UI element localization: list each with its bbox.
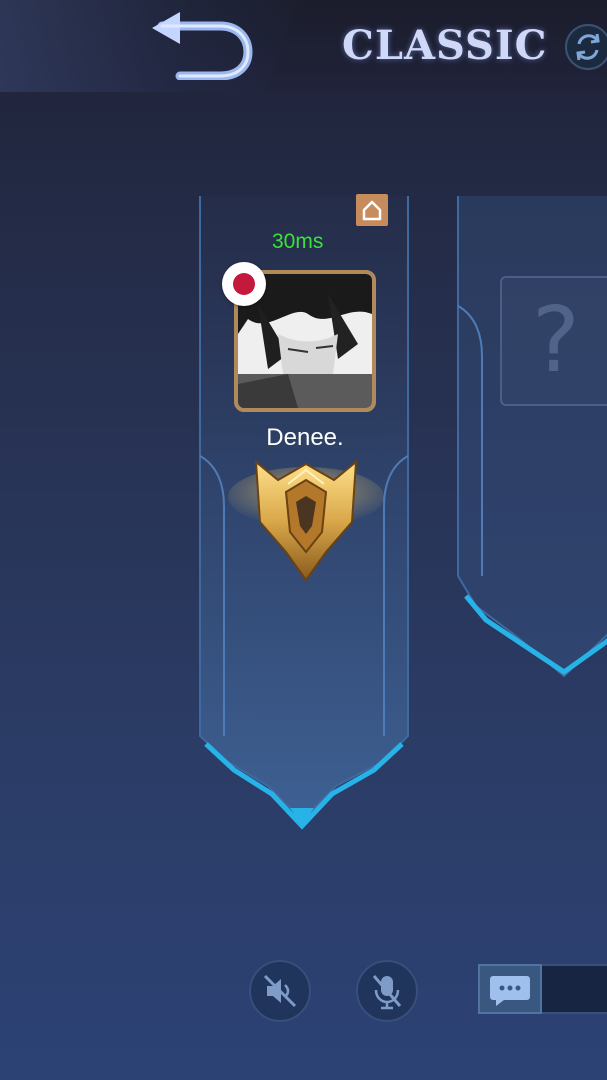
speaker-muted-icon (263, 974, 297, 1008)
refresh-button[interactable] (565, 24, 607, 70)
mute-speaker-button[interactable] (249, 960, 311, 1022)
empty-slot-avatar: ? (500, 276, 607, 406)
home-badge (356, 194, 388, 226)
back-arrow-icon (152, 12, 253, 81)
ping-indicator: 30ms (272, 230, 324, 253)
chat-bubble-icon (490, 976, 530, 1006)
chat-input[interactable] (542, 964, 607, 1014)
home-icon (362, 200, 382, 221)
refresh-icon (576, 33, 600, 61)
player-name: Denee. (266, 424, 344, 451)
gold-rank-emblem-icon (228, 459, 384, 582)
mode-title: CLASSIC (342, 22, 548, 69)
mute-microphone-button[interactable] (356, 960, 418, 1022)
empty-slot-banner (457, 196, 607, 678)
japan-flag-icon (222, 262, 266, 306)
unknown-player-placeholder: ? (532, 288, 580, 393)
microphone-muted-icon (372, 975, 402, 1010)
back-button[interactable] (140, 8, 260, 81)
chat-button[interactable] (478, 964, 542, 1014)
